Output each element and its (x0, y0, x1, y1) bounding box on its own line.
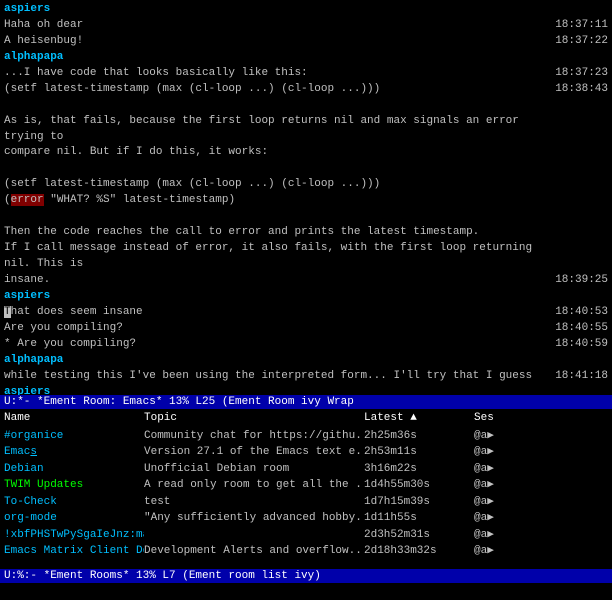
room-row[interactable]: Emacs Version 27.1 of the Emacs text e..… (0, 444, 612, 461)
room-row[interactable]: Emacs Matrix Client Dev... Development A… (0, 543, 612, 560)
room-session: @a▶ (474, 444, 534, 461)
room-topic: test (144, 494, 364, 511)
room-topic: "Any sufficiently advanced hobby... (144, 510, 364, 527)
chat-line: ...I have code that looks basically like… (4, 66, 608, 82)
room-name[interactable]: #organice (4, 428, 144, 445)
room-topic: Version 27.1 of the Emacs text e... (144, 444, 364, 461)
chat-line: alphapapa (4, 353, 608, 369)
room-latest: 1d7h15m39s (364, 494, 474, 511)
chat-line: compare nil. But if I do this, it works: (4, 145, 608, 161)
room-name-updates[interactable]: TWIM Updates (4, 477, 144, 494)
room-name[interactable]: Emacs Matrix Client Dev... (4, 543, 144, 560)
chat-line: That does seem insane 18:40:53 (4, 305, 608, 321)
room-topic: Community chat for https://githu... (144, 428, 364, 445)
header-name: Name (4, 410, 144, 427)
room-list: Name Topic Latest ▲ Ses #organice Commun… (0, 409, 612, 569)
chat-line: aspiers (4, 2, 608, 18)
chat-line: (setf latest-timestamp (max (cl-loop ...… (4, 82, 608, 98)
room-row[interactable]: TWIM Updates A read only room to get all… (0, 477, 612, 494)
chat-line: A heisenbug! 18:37:22 (4, 34, 608, 50)
chat-area: aspiers Haha oh dear 18:37:11 A heisenbu… (0, 0, 612, 395)
room-session: @a▶ (474, 477, 534, 494)
username: alphapapa (4, 51, 63, 63)
room-name[interactable]: !xbfPHSTwPySgaIeJnz:ma... (4, 527, 144, 544)
room-latest: 1d4h55m30s (364, 477, 474, 494)
chat-line: * Are you compiling? 18:40:59 (4, 337, 608, 353)
room-name[interactable]: Debian (4, 461, 144, 478)
block-cursor: T (4, 306, 11, 318)
chat-line: alphapapa (4, 50, 608, 66)
room-session: @a▶ (474, 527, 534, 544)
room-latest: 1d11h55s (364, 510, 474, 527)
room-topic: Development Alerts and overflow... (144, 543, 364, 560)
room-latest: 2d3h52m31s (364, 527, 474, 544)
room-row[interactable]: org-mode "Any sufficiently advanced hobb… (0, 510, 612, 527)
chat-line: Haha oh dear 18:37:11 (4, 18, 608, 34)
header-latest: Latest ▲ (364, 410, 474, 427)
header-topic: Topic (144, 410, 364, 427)
room-latest: 2h25m36s (364, 428, 474, 445)
username: aspiers (4, 290, 50, 302)
chat-mode-line: U:*- *Ement Room: Emacs* 13% L25 (Ement … (0, 395, 612, 409)
room-name[interactable]: To-Check (4, 494, 144, 511)
room-row[interactable]: Debian Unofficial Debian room 3h16m22s @… (0, 461, 612, 478)
chat-line: insane. 18:39:25 (4, 273, 608, 289)
room-name[interactable]: Emacs (4, 444, 144, 461)
room-session: @a▶ (474, 510, 534, 527)
room-session: @a▶ (474, 428, 534, 445)
chat-line: while testing this I've been using the i… (4, 369, 608, 385)
rooms-mode-line: U:%:- *Ement Rooms* 13% L7 (Ement room l… (0, 569, 612, 583)
chat-line: If I call message instead of error, it a… (4, 241, 608, 273)
chat-line: (error "WHAT? %S" latest-timestamp) (4, 193, 608, 209)
username: aspiers (4, 386, 50, 396)
room-topic: A read only room to get all the ... (144, 477, 364, 494)
room-session: @a▶ (474, 494, 534, 511)
username: aspiers (4, 3, 50, 15)
chat-line: As is, that fails, because the first loo… (4, 114, 608, 146)
room-topic (144, 527, 364, 544)
room-session: @a▶ (474, 543, 534, 560)
error-highlight: error (11, 194, 44, 206)
chat-line (4, 98, 608, 114)
chat-line (4, 161, 608, 177)
room-row[interactable]: To-Check test 1d7h15m39s @a▶ (0, 494, 612, 511)
room-list-header: Name Topic Latest ▲ Ses (0, 409, 612, 428)
chat-line: Then the code reaches the call to error … (4, 225, 608, 241)
chat-line: (setf latest-timestamp (max (cl-loop ...… (4, 177, 608, 193)
room-latest: 2h53m11s (364, 444, 474, 461)
chat-line: aspiers (4, 385, 608, 396)
room-row[interactable]: !xbfPHSTwPySgaIeJnz:ma... 2d3h52m31s @a▶ (0, 527, 612, 544)
username: alphapapa (4, 354, 63, 366)
room-row[interactable]: #organice Community chat for https://git… (0, 428, 612, 445)
room-latest: 3h16m22s (364, 461, 474, 478)
chat-line: aspiers (4, 289, 608, 305)
room-name[interactable]: org-mode (4, 510, 144, 527)
room-latest: 2d18h33m32s (364, 543, 474, 560)
header-extra (534, 410, 584, 427)
room-topic: Unofficial Debian room (144, 461, 364, 478)
room-session: @a▶ (474, 461, 534, 478)
chat-line: Are you compiling? 18:40:55 (4, 321, 608, 337)
header-session: Ses (474, 410, 534, 427)
chat-line (4, 209, 608, 225)
